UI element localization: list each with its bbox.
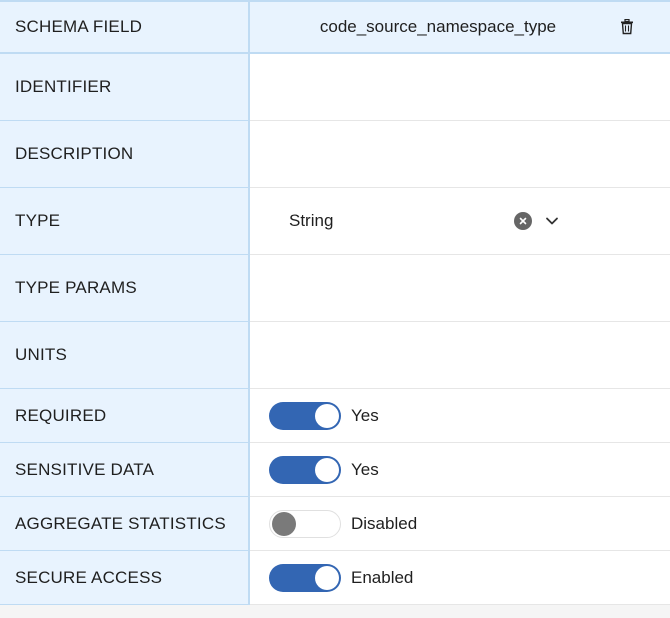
toggle-knob [272,511,296,536]
required-label: REQUIRED [0,389,250,443]
toggle-knob [315,403,339,428]
secure-access-toggle-text: Enabled [351,567,414,587]
aggregate-statistics-toggle-text: Disabled [351,513,418,533]
type-select-value: String [289,211,334,230]
sensitive-data-cell: Yes [250,443,670,496]
aggregate-statistics-label: AGGREGATE STATISTICS [0,497,250,551]
required-toggle-text: Yes [351,405,379,425]
sensitive-data-row: SENSITIVE DATA Yes [0,443,670,497]
description-label: DESCRIPTION [0,121,250,188]
type-params-value[interactable] [250,255,670,321]
schema-field-grid: SCHEMA FIELD code_source_namespace_type … [0,0,670,605]
chevron-down-icon[interactable] [544,213,560,229]
sensitive-data-toggle-text: Yes [351,459,379,479]
secure-access-row: SECURE ACCESS Enabled [0,551,670,605]
required-row: REQUIRED Yes [0,389,670,443]
toggle-knob [315,457,339,482]
toggle-knob [315,565,339,590]
trash-icon[interactable] [620,18,634,35]
aggregate-statistics-row: AGGREGATE STATISTICS Disabled [0,497,670,551]
type-row: TYPE String [0,188,670,255]
type-params-label: TYPE PARAMS [0,255,250,322]
type-select[interactable]: String [250,188,670,254]
description-row: DESCRIPTION [0,121,670,188]
type-label: TYPE [0,188,250,255]
secure-access-label: SECURE ACCESS [0,551,250,605]
type-params-row: TYPE PARAMS [0,255,670,322]
aggregate-statistics-toggle[interactable] [269,509,341,538]
field-name-text: code_source_namespace_type [319,17,557,36]
sensitive-data-label: SENSITIVE DATA [0,443,250,497]
required-cell: Yes [250,389,670,442]
required-toggle[interactable] [269,401,341,430]
schema-field-value-cell: code_source_namespace_type [250,2,670,52]
identifier-value[interactable] [250,54,670,120]
units-label: UNITS [0,322,250,389]
units-row: UNITS [0,322,670,389]
identifier-row: IDENTIFIER [0,54,670,121]
secure-access-toggle[interactable] [269,563,341,592]
aggregate-statistics-cell: Disabled [250,497,670,550]
secure-access-cell: Enabled [250,551,670,604]
clear-icon[interactable] [514,212,532,230]
identifier-label: IDENTIFIER [0,54,250,121]
sensitive-data-toggle[interactable] [269,455,341,484]
schema-field-row: SCHEMA FIELD code_source_namespace_type [0,2,670,54]
units-value[interactable] [250,322,670,388]
description-value[interactable] [250,121,670,187]
schema-field-label: SCHEMA FIELD [0,2,250,53]
